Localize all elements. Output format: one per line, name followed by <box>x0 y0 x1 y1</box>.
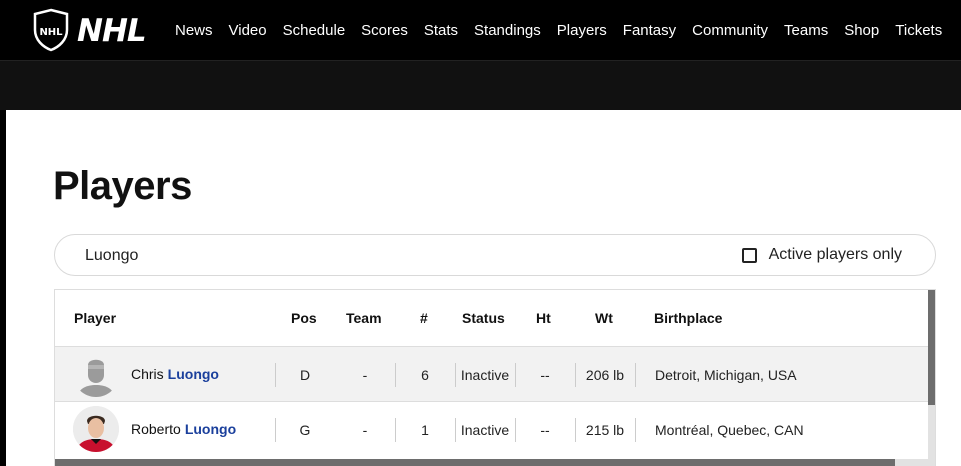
nav-item-community[interactable]: Community <box>684 22 776 39</box>
table-header: Player Pos Team # Status Ht Wt Birthplac… <box>55 290 929 346</box>
nav-item-fantasy[interactable]: Fantasy <box>615 22 684 39</box>
cell-wt: 215 lb <box>585 422 625 438</box>
cell-pos: D <box>299 367 311 383</box>
top-nav: NHL NHL News Video Schedule Scores Stats… <box>0 0 961 60</box>
cell-birthplace: Detroit, Michigan, USA <box>655 367 797 383</box>
active-players-label: Active players only <box>768 246 902 263</box>
cell-divider <box>395 363 396 387</box>
column-header-ht[interactable]: Ht <box>536 310 551 326</box>
column-header-wt[interactable]: Wt <box>595 310 613 326</box>
table-row[interactable]: Chris Luongo D - 6 Inactive -- 206 lb Det… <box>55 346 929 402</box>
nav-item-schedule[interactable]: Schedule <box>275 22 354 39</box>
nav-item-standings[interactable]: Standings <box>466 22 549 39</box>
vertical-scrollbar-thumb[interactable] <box>928 290 935 405</box>
cell-status: Inactive <box>460 367 510 383</box>
player-name[interactable]: Chris Luongo <box>131 366 219 382</box>
player-search-bar: Active players only <box>54 234 936 276</box>
svg-text:NHL: NHL <box>39 27 63 38</box>
column-header-birthplace[interactable]: Birthplace <box>654 310 722 326</box>
nav-item-teams[interactable]: Teams <box>776 22 836 39</box>
nav-item-shop[interactable]: Shop <box>836 22 887 39</box>
player-name[interactable]: Roberto Luongo <box>131 421 236 437</box>
nav-item-tickets[interactable]: Tickets <box>887 22 950 39</box>
cell-number: 6 <box>421 367 429 383</box>
cell-wt: 206 lb <box>585 367 625 383</box>
nav-item-news[interactable]: News <box>167 22 221 39</box>
nhl-logo[interactable]: NHL NHL <box>31 8 147 52</box>
cell-divider <box>275 363 276 387</box>
nhl-shield-icon: NHL <box>33 8 69 52</box>
table-row[interactable]: Roberto Luongo G - 1 Inactive -- 215 lb M… <box>55 402 929 458</box>
cell-ht: -- <box>540 422 550 438</box>
cell-number: 1 <box>421 422 429 438</box>
column-header-number[interactable]: # <box>420 310 428 326</box>
sub-nav-bar <box>0 60 961 110</box>
nav-item-stats[interactable]: Stats <box>416 22 466 39</box>
player-headshot <box>73 406 119 452</box>
players-table: Player Pos Team # Status Ht Wt Birthplac… <box>54 289 936 466</box>
cell-divider <box>635 418 636 442</box>
vertical-scrollbar[interactable] <box>928 290 935 466</box>
cell-divider <box>515 418 516 442</box>
player-first-name: Chris <box>131 366 164 382</box>
nav-item-video[interactable]: Video <box>221 22 275 39</box>
column-header-status[interactable]: Status <box>462 310 505 326</box>
cell-divider <box>275 418 276 442</box>
active-players-toggle[interactable]: Active players only <box>741 246 902 264</box>
cell-pos: G <box>299 422 311 438</box>
cell-ht: -- <box>540 367 550 383</box>
cell-status: Inactive <box>460 422 510 438</box>
horizontal-scrollbar[interactable] <box>55 459 929 466</box>
active-players-checkbox[interactable] <box>741 247 757 263</box>
nhl-wordmark: NHL <box>77 13 147 49</box>
cell-divider <box>635 363 636 387</box>
nav-menu: News Video Schedule Scores Stats Standin… <box>167 0 950 60</box>
horizontal-scrollbar-thumb[interactable] <box>55 459 895 466</box>
player-last-name-link[interactable]: Luongo <box>185 421 236 437</box>
column-header-team[interactable]: Team <box>346 310 382 326</box>
nav-item-scores[interactable]: Scores <box>353 22 416 39</box>
cell-divider <box>395 418 396 442</box>
column-header-pos[interactable]: Pos <box>291 310 317 326</box>
cell-birthplace: Montréal, Quebec, CAN <box>655 422 804 438</box>
player-search-input[interactable] <box>85 244 685 268</box>
content-panel: Players Active players only Player Pos T… <box>6 110 961 466</box>
silhouette-icon <box>73 351 119 397</box>
nav-item-players[interactable]: Players <box>549 22 615 39</box>
player-last-name-link[interactable]: Luongo <box>168 366 219 382</box>
cell-team: - <box>362 367 368 383</box>
page-title: Players <box>53 164 192 208</box>
cell-team: - <box>362 422 368 438</box>
column-header-player[interactable]: Player <box>74 310 116 326</box>
player-first-name: Roberto <box>131 421 181 437</box>
cell-divider <box>515 363 516 387</box>
